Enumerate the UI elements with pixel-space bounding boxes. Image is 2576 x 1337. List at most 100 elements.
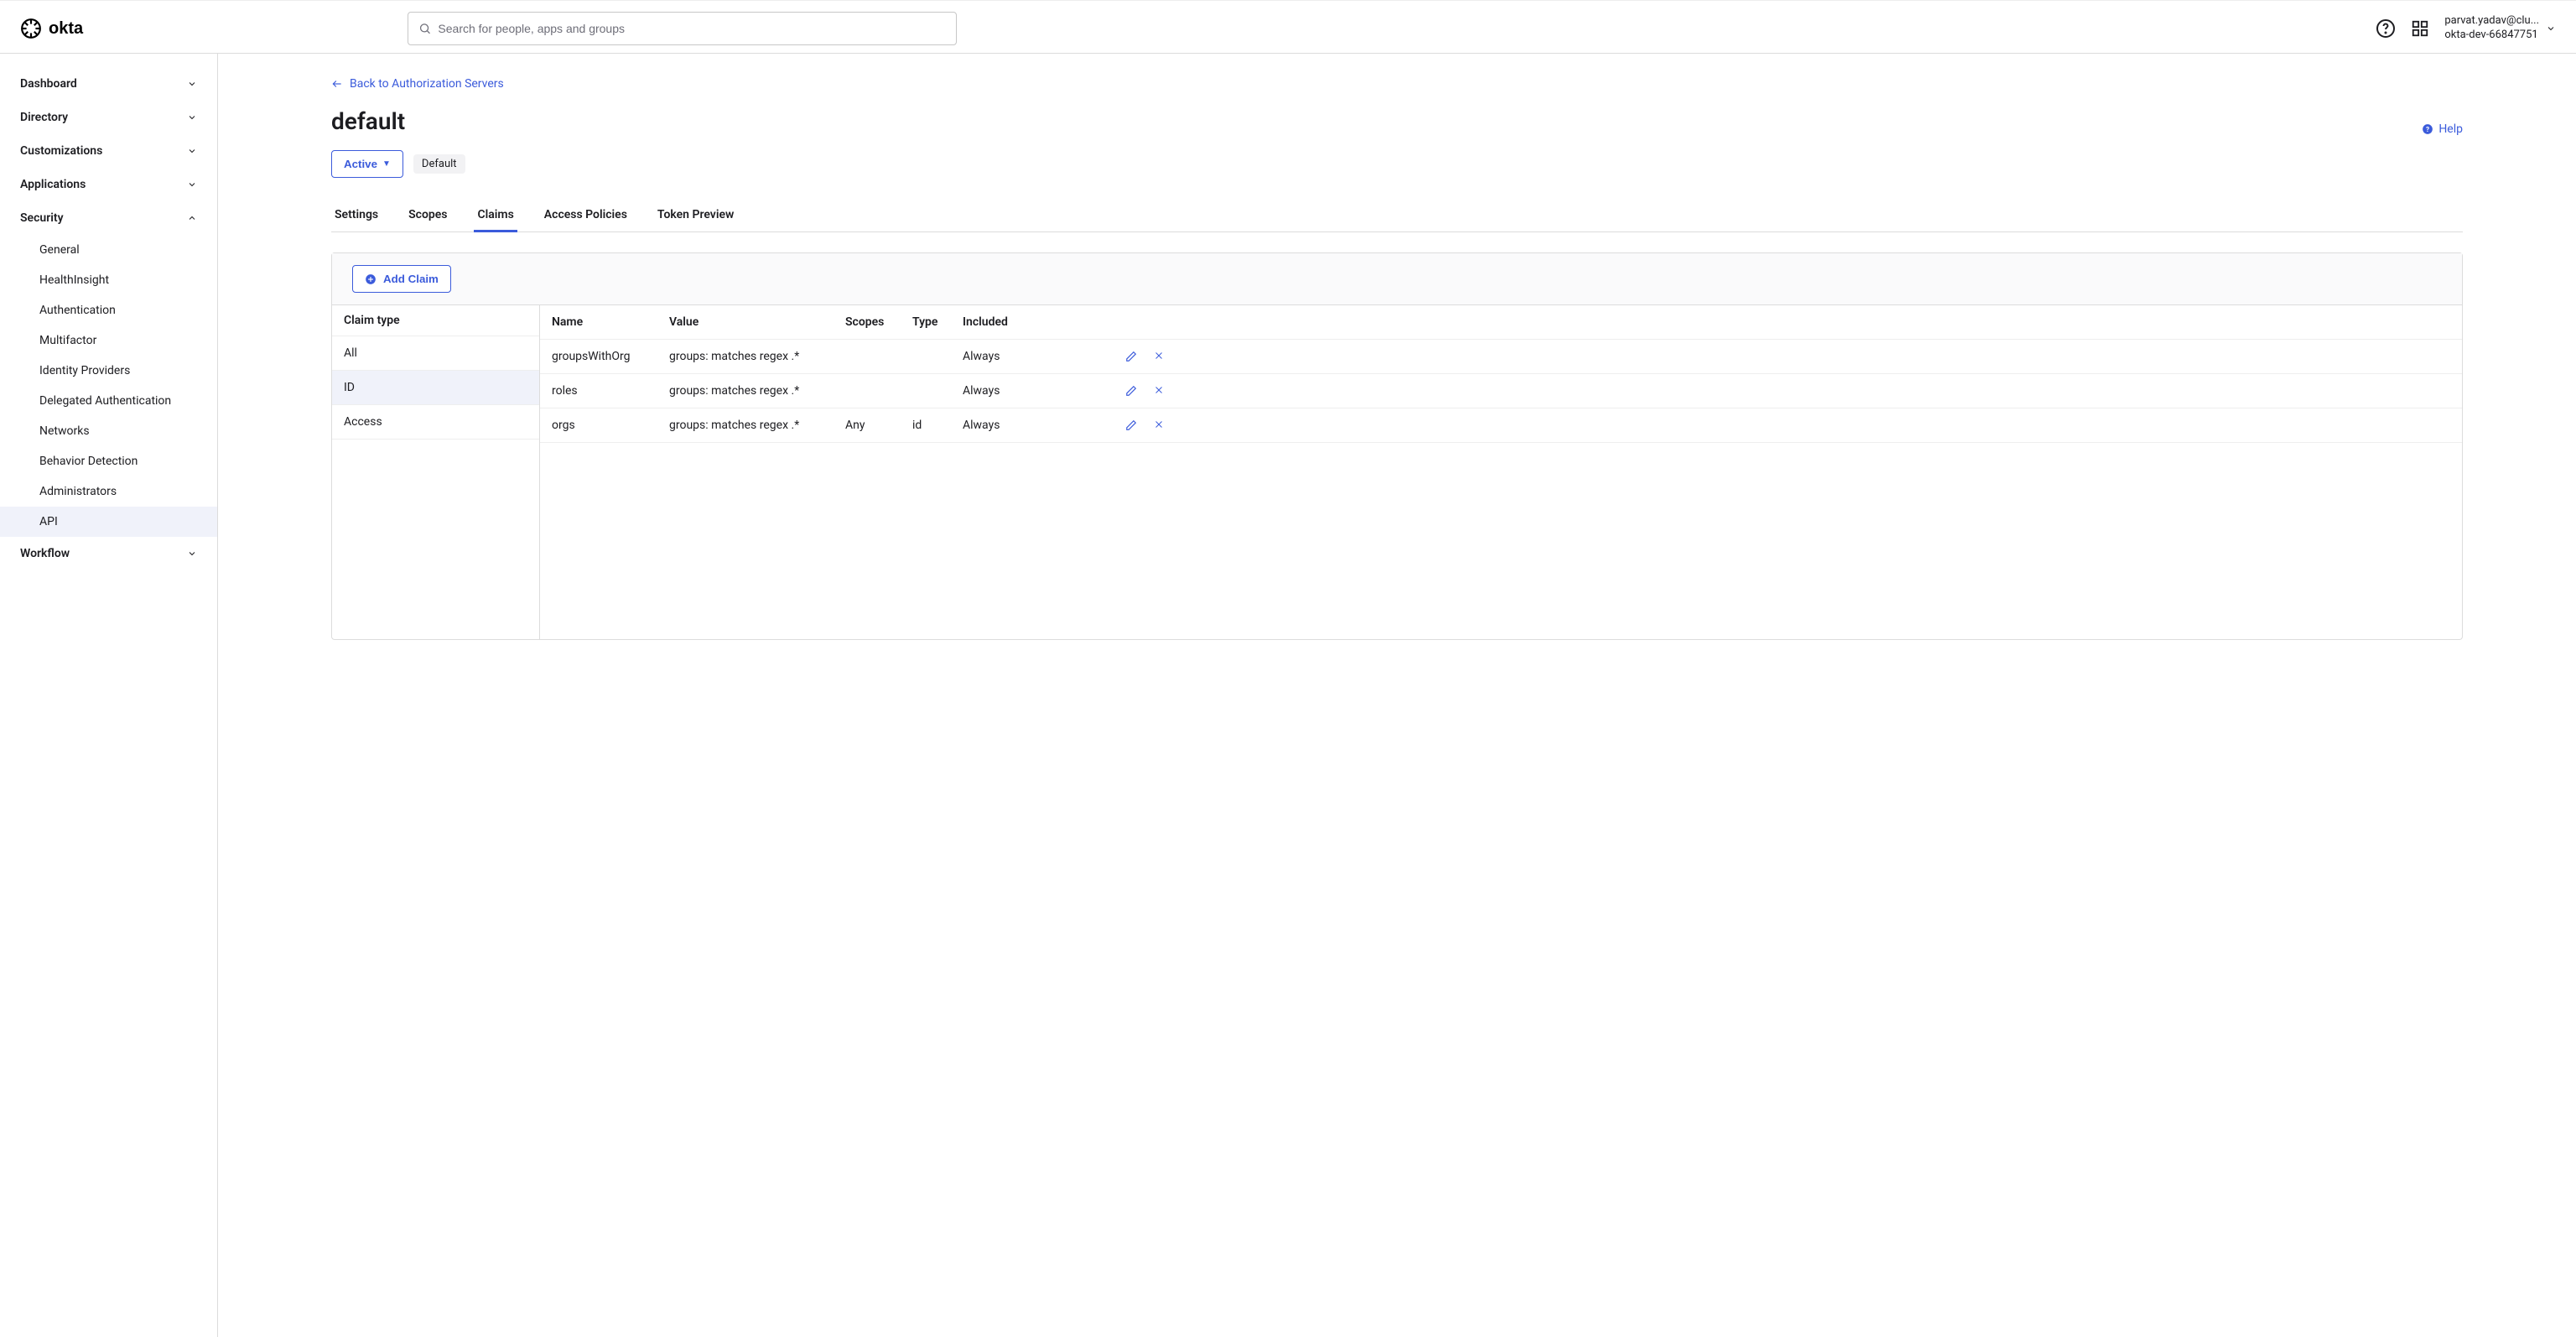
col-name: Name [552, 315, 669, 329]
cell-value: groups: matches regex .* [669, 384, 845, 398]
sidebar-subitem-label: Identity Providers [39, 364, 130, 377]
sidebar-subitem-networks[interactable]: Networks [0, 416, 217, 446]
page-title: default [331, 107, 405, 135]
sidebar-item-label: Security [20, 211, 64, 225]
claims-panel: Add Claim Claim type All ID Access Name … [331, 252, 2463, 640]
sidebar-subitem-administrators[interactable]: Administrators [0, 476, 217, 507]
tabs: Settings Scopes Claims Access Policies T… [331, 200, 2463, 232]
sidebar-subitem-api[interactable]: API [0, 507, 217, 537]
chevron-down-icon [2546, 23, 2556, 34]
tab-token-preview[interactable]: Token Preview [654, 200, 737, 232]
claim-type-header: Claim type [332, 305, 539, 336]
sidebar-item-security[interactable]: Security [0, 201, 217, 235]
tab-access-policies[interactable]: Access Policies [541, 200, 631, 232]
edit-button[interactable] [1125, 385, 1137, 397]
sidebar-subitem-general[interactable]: General [0, 235, 217, 265]
close-icon [1154, 351, 1164, 361]
sidebar-subitem-delegated-auth[interactable]: Delegated Authentication [0, 386, 217, 416]
edit-button[interactable] [1125, 351, 1137, 362]
sidebar-subitem-label: API [39, 515, 58, 528]
claim-type-label: All [344, 346, 357, 360]
sidebar-subitem-label: General [39, 243, 80, 257]
sidebar-subitem-behavior-detection[interactable]: Behavior Detection [0, 446, 217, 476]
search-input[interactable] [438, 22, 946, 35]
cell-included: Always [963, 384, 1055, 398]
sidebar-item-directory[interactable]: Directory [0, 101, 217, 134]
claim-type-label: Access [344, 415, 382, 429]
sidebar: Dashboard Directory Customizations Appli… [0, 54, 218, 1337]
delete-button[interactable] [1154, 351, 1164, 362]
back-link-label: Back to Authorization Servers [350, 77, 504, 91]
cell-name: groupsWithOrg [552, 350, 669, 363]
col-type: Type [912, 315, 963, 329]
sidebar-subitem-multifactor[interactable]: Multifactor [0, 325, 217, 356]
delete-button[interactable] [1154, 419, 1164, 431]
logo[interactable]: okta [20, 18, 97, 39]
sidebar-item-workflow[interactable]: Workflow [0, 537, 217, 570]
pencil-icon [1125, 385, 1137, 397]
sidebar-subitem-authentication[interactable]: Authentication [0, 295, 217, 325]
tab-label: Claims [477, 208, 513, 221]
back-link[interactable]: Back to Authorization Servers [331, 77, 2463, 91]
claims-table: Name Value Scopes Type Included groupsWi… [540, 305, 2462, 639]
sidebar-item-label: Customizations [20, 144, 102, 158]
apps-icon-button[interactable] [2411, 19, 2429, 38]
user-org: okta-dev-66847751 [2444, 29, 2539, 43]
caret-down-icon: ▼ [382, 159, 391, 169]
table-row: orgs groups: matches regex .* Any id Alw… [540, 408, 2462, 443]
status-active-label: Active [344, 158, 377, 170]
sidebar-subitem-label: Administrators [39, 485, 117, 498]
okta-aperture-icon [20, 18, 42, 39]
tab-label: Access Policies [544, 208, 627, 221]
header: okta parvat.yadav@clu... okta-dev-668477… [0, 3, 2576, 54]
claim-type-label: ID [344, 381, 355, 394]
sidebar-item-label: Applications [20, 178, 86, 191]
sidebar-item-applications[interactable]: Applications [0, 168, 217, 201]
claim-type-all[interactable]: All [332, 336, 539, 371]
add-claim-label: Add Claim [383, 273, 439, 285]
sidebar-item-dashboard[interactable]: Dashboard [0, 67, 217, 101]
chevron-down-icon [187, 549, 197, 559]
chevron-down-icon [187, 146, 197, 156]
sidebar-subitem-label: Behavior Detection [39, 455, 138, 468]
user-email: parvat.yadav@clu... [2444, 14, 2539, 29]
cell-scopes: Any [845, 419, 912, 432]
help-link-label: Help [2438, 122, 2463, 136]
cell-included: Always [963, 419, 1055, 432]
sidebar-item-label: Workflow [20, 547, 70, 560]
tab-label: Scopes [408, 208, 447, 221]
sidebar-item-label: Dashboard [20, 77, 77, 91]
status-active-button[interactable]: Active ▼ [331, 150, 403, 178]
arrow-left-icon [331, 78, 343, 90]
sidebar-subitem-healthinsight[interactable]: HealthInsight [0, 265, 217, 295]
grid-icon [2411, 19, 2429, 38]
cell-name: orgs [552, 419, 669, 432]
add-claim-button[interactable]: Add Claim [352, 265, 451, 293]
sidebar-subitem-identity-providers[interactable]: Identity Providers [0, 356, 217, 386]
claim-type-list: Claim type All ID Access [332, 305, 540, 639]
col-value: Value [669, 315, 845, 329]
help-link[interactable]: ? Help [2422, 122, 2463, 136]
claims-table-header: Name Value Scopes Type Included [540, 305, 2462, 340]
claim-type-id[interactable]: ID [332, 371, 539, 405]
pencil-icon [1125, 419, 1137, 431]
tab-claims[interactable]: Claims [474, 200, 517, 232]
tab-settings[interactable]: Settings [331, 200, 382, 232]
user-menu[interactable]: parvat.yadav@clu... okta-dev-66847751 [2444, 14, 2556, 43]
sidebar-subitem-label: Networks [39, 424, 90, 438]
cell-value: groups: matches regex .* [669, 419, 845, 432]
sidebar-subitem-label: Authentication [39, 304, 116, 317]
tab-label: Token Preview [657, 208, 734, 221]
edit-button[interactable] [1125, 419, 1137, 431]
help-icon-button[interactable] [2376, 18, 2396, 39]
search-box[interactable] [408, 12, 957, 45]
sidebar-subitem-label: Delegated Authentication [39, 394, 171, 408]
delete-button[interactable] [1154, 385, 1164, 397]
tab-scopes[interactable]: Scopes [405, 200, 450, 232]
sidebar-subitem-label: Multifactor [39, 334, 96, 347]
chevron-down-icon [187, 79, 197, 89]
claim-type-access[interactable]: Access [332, 405, 539, 440]
sidebar-item-customizations[interactable]: Customizations [0, 134, 217, 168]
cell-type: id [912, 419, 963, 432]
svg-text:?: ? [2426, 124, 2429, 133]
